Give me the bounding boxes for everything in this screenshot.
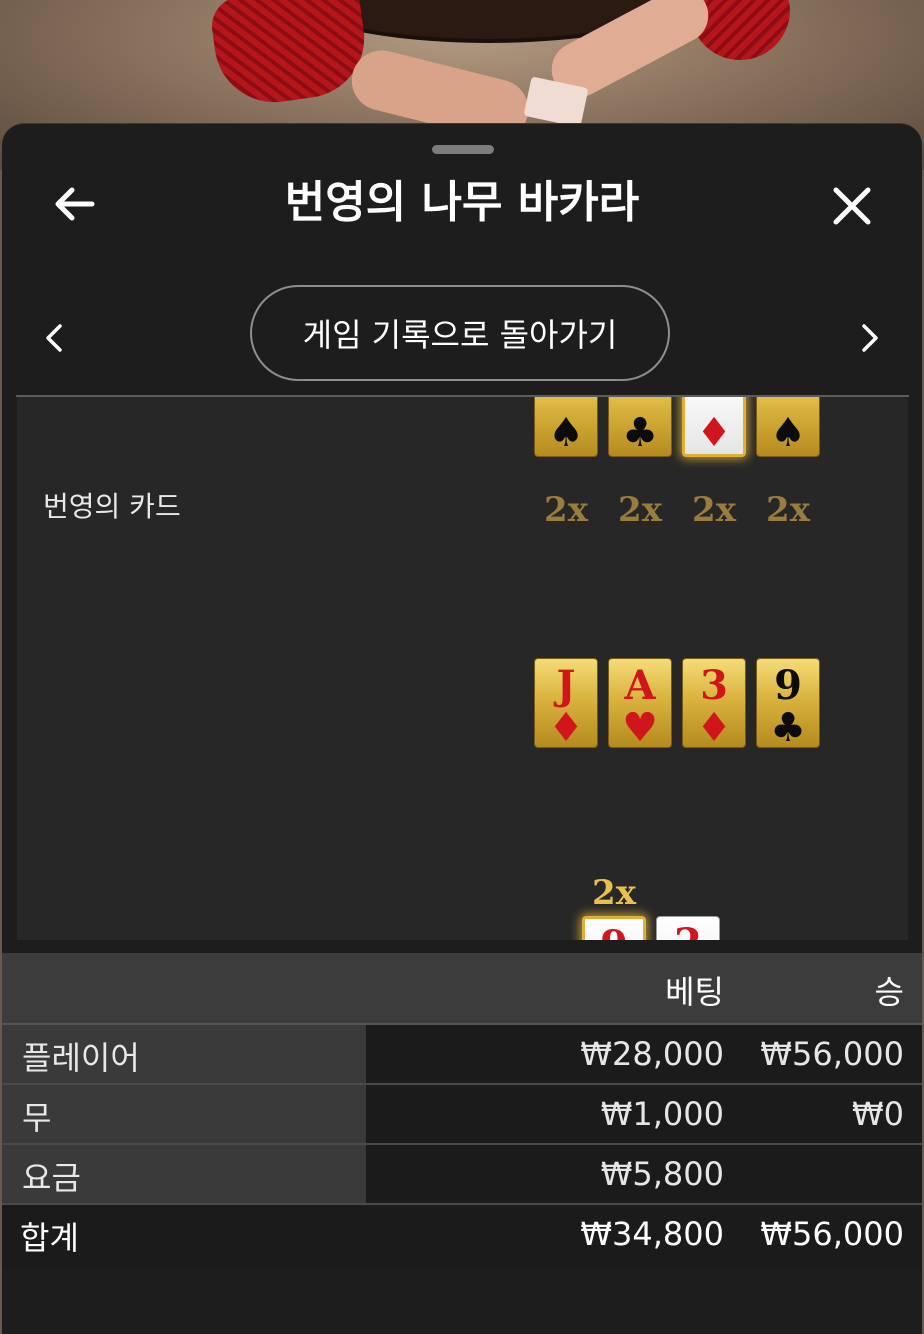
table-header: 베팅 승 xyxy=(2,953,922,1025)
bet-amount: ₩1,000 xyxy=(600,1095,724,1133)
bet-amount: ₩28,000 xyxy=(580,1035,724,1073)
playing-card: 9 ♣ xyxy=(756,658,820,748)
card-rank: 9 xyxy=(600,923,628,941)
row-label-cell: 플레이어 xyxy=(2,1025,366,1083)
playing-card: ♠ xyxy=(756,397,820,457)
row-label-cell: 무 xyxy=(2,1085,366,1143)
card-suit: ♠ xyxy=(548,409,584,456)
multiplier-label: 2x xyxy=(618,490,662,530)
card-rank: J xyxy=(556,662,576,709)
playing-card: ♦ xyxy=(682,397,746,457)
playing-card: ♣ xyxy=(608,397,672,457)
card-suit: ♥ xyxy=(622,704,658,751)
card-suit: ♦ xyxy=(696,704,732,751)
banker-label: 뱅커 xyxy=(43,937,95,940)
bet-summary-table: 베팅 승 플레이어 ₩28,000 ₩56,000 무 ₩1,000 ₩0 요금… xyxy=(2,953,922,1269)
table-row: 요금 ₩5,800 xyxy=(2,1145,922,1205)
row-label-cell: 요금 xyxy=(2,1145,366,1203)
prosperity-cards-label: 번영의 카드 xyxy=(43,490,181,523)
back-to-history-button[interactable]: 게임 기록으로 돌아가기 xyxy=(250,285,670,381)
card-suit: ♦ xyxy=(696,409,732,456)
banker-score: 1 xyxy=(737,935,770,940)
next-round-button[interactable] xyxy=(848,316,892,360)
bet-type-name: 플레이어 xyxy=(22,1039,140,1077)
column-header-bet: 베팅 xyxy=(665,973,724,1011)
multiplier-label: 2x xyxy=(692,490,736,530)
bet-amount: ₩5,800 xyxy=(600,1155,724,1193)
card-rank: 3 xyxy=(700,662,728,709)
total-win-amount: ₩56,000 xyxy=(760,1215,904,1253)
previous-round-button[interactable] xyxy=(32,316,76,360)
playing-card: 3 ♦ xyxy=(682,658,746,748)
card-rank: 9 xyxy=(774,662,802,709)
playing-card: 2 ♥ xyxy=(656,916,720,940)
card-suit: ♠ xyxy=(770,409,806,456)
card-suit: ♣ xyxy=(622,409,658,456)
total-row: 합계 ₩34,800 ₩56,000 xyxy=(2,1205,922,1269)
bet-type-name: 요금 xyxy=(22,1159,81,1197)
total-bet-amount: ₩34,800 xyxy=(580,1215,724,1253)
bet-type-name: 무 xyxy=(22,1099,52,1137)
drag-handle[interactable] xyxy=(432,145,494,154)
close-icon xyxy=(833,187,871,225)
card-rank: 2 xyxy=(674,921,702,941)
multiplier-label: 2x xyxy=(544,490,588,530)
card-suit: ♦ xyxy=(548,704,584,751)
close-button[interactable] xyxy=(822,176,882,236)
total-label: 합계 xyxy=(20,1219,79,1257)
round-result-panel: ♠ ♣ ♦ ♠ 번영의 카드 2x 2x 2x 2x J ♦ A ♥ 3 ♦ 9 xyxy=(17,397,908,940)
banker-multiplier-label: 2x xyxy=(592,873,636,913)
card-rank: A xyxy=(624,662,656,709)
dealer-sleeve xyxy=(208,0,372,110)
win-amount: ₩56,000 xyxy=(760,1035,904,1073)
back-button[interactable] xyxy=(46,176,102,232)
table-row: 플레이어 ₩28,000 ₩56,000 xyxy=(2,1025,922,1085)
page-title: 번영의 나무 바카라 xyxy=(284,177,640,228)
playing-card: ♠ xyxy=(534,397,598,457)
playing-card: 9 ♦ xyxy=(582,916,646,940)
column-header-win: 승 xyxy=(874,973,904,1011)
table-row: 무 ₩1,000 ₩0 xyxy=(2,1085,922,1145)
win-amount: ₩0 xyxy=(852,1095,904,1133)
arrow-left-icon xyxy=(55,187,95,221)
playing-card: A ♥ xyxy=(608,658,672,748)
chevron-right-icon xyxy=(862,324,878,352)
chevron-left-icon xyxy=(46,324,62,352)
multiplier-label: 2x xyxy=(766,490,810,530)
playing-card: J ♦ xyxy=(534,658,598,748)
card-suit: ♣ xyxy=(770,704,806,751)
